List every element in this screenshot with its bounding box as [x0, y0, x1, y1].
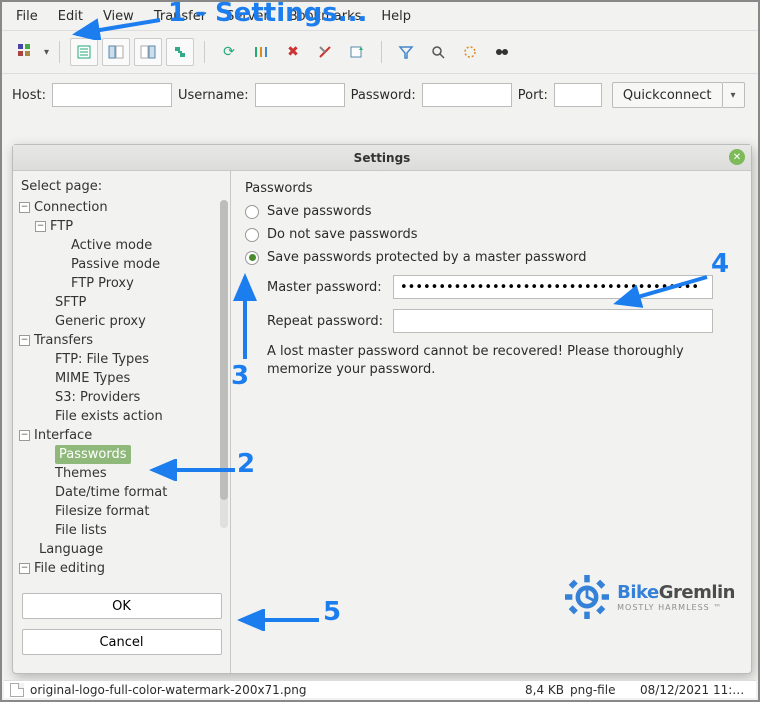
find-icon[interactable] [488, 38, 516, 66]
tree-item-filelists[interactable]: File lists [55, 521, 107, 540]
tree-item-file-exists[interactable]: File exists action [55, 407, 163, 426]
radio-master-password[interactable] [245, 251, 259, 265]
radio-master-password-label: Save passwords protected by a master pas… [267, 250, 587, 265]
password-warning: A lost master password cannot be recover… [267, 343, 727, 378]
toggle-local-tree-icon[interactable] [102, 38, 130, 66]
menubar: File Edit View Transfer Server Bookmarks… [2, 2, 758, 30]
process-queue-icon[interactable] [247, 38, 275, 66]
expander-icon[interactable]: − [19, 563, 30, 574]
tree-item-interface[interactable]: Interface [34, 426, 92, 445]
password-input[interactable] [422, 83, 512, 107]
file-date: 08/12/2021 11:… [640, 683, 750, 697]
tree-item-mime-types[interactable]: MIME Types [55, 369, 130, 388]
cancel-icon[interactable]: ✖ [279, 38, 307, 66]
menu-view[interactable]: View [93, 5, 144, 28]
tree-item-ftp-proxy[interactable]: FTP Proxy [71, 274, 134, 293]
expander-icon[interactable]: − [19, 335, 30, 346]
filter-icon[interactable] [392, 38, 420, 66]
tree-item-file-editing[interactable]: File editing [34, 559, 105, 578]
toolbar: ▾ ⟳ ✖ [2, 30, 758, 74]
menu-help[interactable]: Help [371, 5, 421, 28]
settings-panel: Passwords Save passwords Do not save pas… [231, 171, 751, 673]
file-icon [10, 683, 24, 697]
sidebar-heading: Select page: [13, 177, 230, 198]
settings-sidebar: Select page: −Connection −FTP Active mod… [13, 171, 231, 673]
tree-item-language[interactable]: Language [39, 540, 103, 559]
tree-item-sftp[interactable]: SFTP [55, 293, 86, 312]
radio-do-not-save-passwords[interactable] [245, 228, 259, 242]
annotation-label-3: 3 [231, 361, 249, 391]
file-name: original-logo-full-color-watermark-200x7… [30, 683, 498, 697]
watermark-name-a: Bike [617, 582, 659, 603]
username-label: Username: [178, 88, 249, 103]
host-label: Host: [12, 88, 46, 103]
master-password-label: Master password: [267, 280, 385, 295]
tree-item-themes[interactable]: Themes [55, 464, 107, 483]
ok-button[interactable]: OK [22, 593, 222, 619]
tree-item-passive-mode[interactable]: Passive mode [71, 255, 160, 274]
tree-item-generic-proxy[interactable]: Generic proxy [55, 312, 146, 331]
tree-item-ftp[interactable]: FTP [50, 217, 73, 236]
tree-scrollbar[interactable] [220, 200, 228, 528]
dialog-close-icon[interactable]: ✕ [729, 149, 745, 165]
tree-item-active-mode[interactable]: Active mode [71, 236, 152, 255]
cancel-button[interactable]: Cancel [22, 629, 222, 655]
port-label: Port: [518, 88, 548, 103]
annotation-label-5: 5 [323, 597, 341, 627]
file-type: png-file [570, 683, 634, 697]
menu-file[interactable]: File [6, 5, 48, 28]
annotation-label-2: 2 [237, 449, 255, 479]
tree-item-datetime[interactable]: Date/time format [55, 483, 167, 502]
menu-bookmarks[interactable]: Bookmarks [279, 5, 372, 28]
gear-icon [565, 575, 609, 619]
settings-tree[interactable]: −Connection −FTP Active mode Passive mod… [13, 198, 230, 578]
port-input[interactable] [554, 83, 602, 107]
menu-transfer[interactable]: Transfer [144, 5, 216, 28]
quickconnect-bar: Host: Username: Password: Port: Quickcon… [2, 74, 758, 116]
compare-icon[interactable] [456, 38, 484, 66]
tree-item-connection[interactable]: Connection [34, 198, 108, 217]
tree-item-transfers[interactable]: Transfers [34, 331, 93, 350]
radio-save-passwords-label: Save passwords [267, 204, 372, 219]
tree-item-ftp-filetypes[interactable]: FTP: File Types [55, 350, 149, 369]
toggle-queue-icon[interactable] [166, 38, 194, 66]
disconnect-icon[interactable] [311, 38, 339, 66]
panel-heading: Passwords [245, 181, 737, 196]
username-input[interactable] [255, 83, 345, 107]
search-icon[interactable] [424, 38, 452, 66]
site-manager-icon[interactable] [12, 38, 40, 66]
dialog-titlebar: Settings ✕ [13, 145, 751, 171]
annotation-arrow-5 [237, 609, 321, 631]
expander-icon[interactable]: − [35, 221, 46, 232]
settings-dialog: Settings ✕ Select page: −Connection −FTP… [12, 144, 752, 674]
radio-do-not-save-passwords-label: Do not save passwords [267, 227, 418, 242]
dialog-title: Settings [354, 151, 411, 165]
expander-icon[interactable]: − [19, 430, 30, 441]
quickconnect-dropdown-icon[interactable]: ▾ [723, 82, 745, 108]
reconnect-icon[interactable] [343, 38, 371, 66]
expander-icon[interactable]: − [19, 202, 30, 213]
toggle-remote-tree-icon[interactable] [134, 38, 162, 66]
quickconnect-button[interactable]: Quickconnect [612, 82, 723, 108]
radio-save-passwords[interactable] [245, 205, 259, 219]
tree-item-s3-providers[interactable]: S3: Providers [55, 388, 140, 407]
repeat-password-input[interactable] [393, 309, 713, 333]
host-input[interactable] [52, 83, 172, 107]
watermark-logo: BikeGremlin MOSTLY HARMLESS ™ [565, 575, 735, 619]
repeat-password-label: Repeat password: [267, 314, 385, 329]
toggle-log-icon[interactable] [70, 38, 98, 66]
tree-item-passwords[interactable]: Passwords [55, 445, 131, 464]
annotation-arrow-3 [233, 273, 257, 363]
watermark-tagline: MOSTLY HARMLESS ™ [617, 603, 735, 612]
menu-server[interactable]: Server [216, 5, 279, 28]
tree-item-filesize[interactable]: Filesize format [55, 502, 149, 521]
watermark-name-b: Gremlin [659, 582, 735, 603]
file-size: 8,4 KB [504, 683, 564, 697]
menu-edit[interactable]: Edit [48, 5, 93, 28]
site-manager-dropdown-icon[interactable]: ▾ [44, 47, 49, 58]
password-label: Password: [351, 88, 416, 103]
refresh-icon[interactable]: ⟳ [215, 38, 243, 66]
master-password-input[interactable] [393, 275, 713, 299]
file-row[interactable]: original-logo-full-color-watermark-200x7… [4, 680, 756, 698]
